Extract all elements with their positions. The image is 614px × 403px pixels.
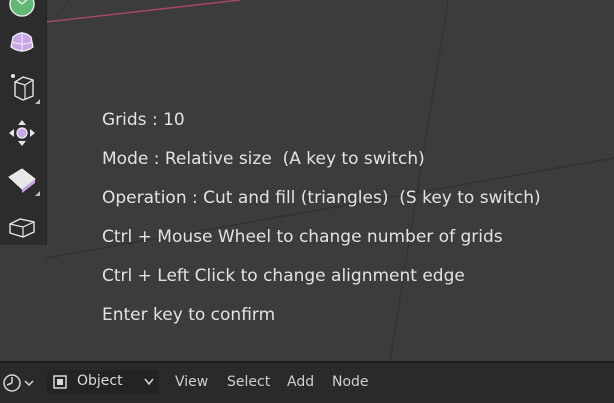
tool-submenu-indicator (35, 99, 40, 104)
cube-tool-icon (11, 74, 34, 101)
object-mode-label: Object (77, 373, 123, 389)
grid-line (54, 0, 71, 17)
sphere-tool-button[interactable] (2, 22, 42, 62)
transform-tool-icon (9, 120, 35, 146)
menu-add[interactable]: Add (287, 374, 314, 390)
menu-select[interactable]: Select (227, 374, 270, 390)
left-click-hint-text: Ctrl + Left Click to change alignment ed… (102, 266, 465, 286)
tool-submenu-indicator (35, 191, 40, 196)
bevel-tool-icon (8, 168, 36, 193)
object-mode-dropdown[interactable]: Object (47, 370, 159, 394)
grids-count-text: Grids : 10 (102, 110, 185, 130)
x-axis-line (45, 0, 241, 23)
chevron-down-icon (144, 378, 154, 386)
modal-operator-instructions: Grids : 10 Mode : Relative size (A key t… (102, 110, 541, 344)
3d-viewport[interactable]: Grids : 10 Mode : Relative size (A key t… (0, 0, 614, 361)
operation-text: Operation : Cut and fill (triangles) (S … (102, 188, 541, 208)
circle-tool-button[interactable] (2, 0, 42, 24)
enter-confirm-hint-text: Enter key to confirm (102, 305, 276, 325)
transform-tool-button[interactable] (2, 113, 42, 153)
mode-text: Mode : Relative size (A key to switch) (102, 149, 425, 169)
bevel-tool-button[interactable] (2, 158, 42, 198)
sphere-tool-icon (10, 32, 34, 52)
object-mode-icon (53, 375, 67, 389)
menu-view[interactable]: View (175, 374, 208, 390)
editor-type-selector[interactable] (2, 372, 38, 394)
box-tool-button[interactable] (2, 205, 42, 245)
mouse-wheel-hint-text: Ctrl + Mouse Wheel to change number of g… (102, 227, 503, 247)
viewport-header-bar: Object View Select Add Node (0, 361, 614, 403)
cube-tool-button[interactable] (2, 66, 42, 106)
tool-shelf (0, 0, 47, 245)
clock-icon (3, 374, 34, 392)
menu-node[interactable]: Node (332, 374, 369, 390)
circle-tool-icon (9, 0, 35, 17)
box-tool-icon (9, 218, 35, 238)
